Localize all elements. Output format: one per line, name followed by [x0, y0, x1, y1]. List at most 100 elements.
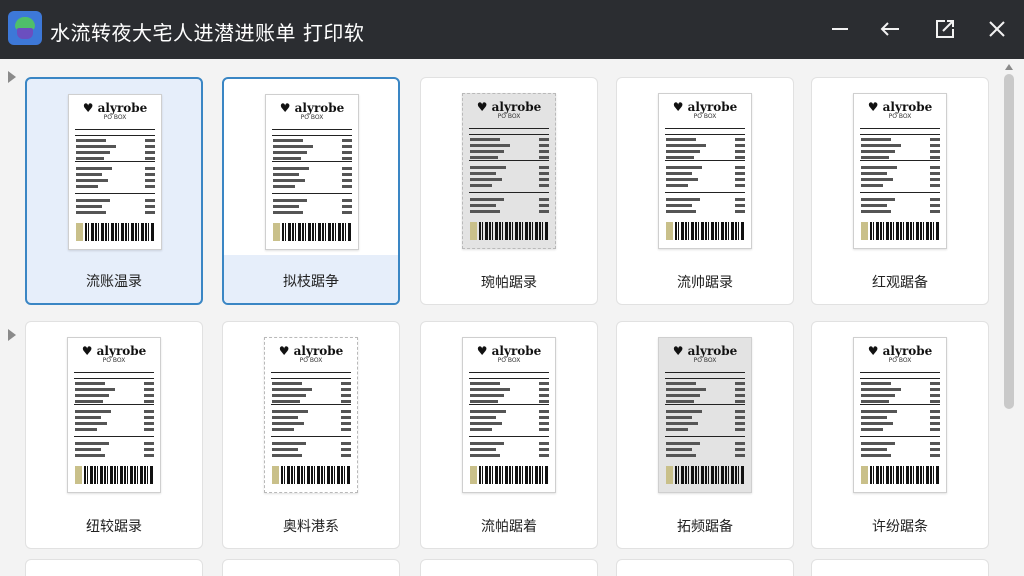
receipt-rule	[469, 192, 549, 193]
template-label: 红观踞备	[872, 275, 928, 291]
receipt-text-line	[666, 442, 700, 445]
receipt-text-line	[272, 394, 306, 397]
row-expand-icon[interactable]	[8, 329, 16, 341]
receipt-price	[735, 394, 745, 397]
receipt-stamp	[272, 466, 279, 484]
template-card-partial[interactable]	[811, 559, 989, 576]
receipt-thumbnail: ♥ alyrobe PO BOX	[265, 94, 359, 250]
receipt-price	[539, 400, 549, 403]
receipt-price	[539, 150, 549, 153]
template-card-partial[interactable]	[420, 559, 598, 576]
receipt-price	[930, 178, 940, 181]
row-expand-icon[interactable]	[8, 71, 16, 83]
receipt-price	[930, 210, 940, 213]
template-label: 许纷踞条	[872, 519, 928, 535]
template-card[interactable]: ♥ alyrobe PO BOX 琬帕踞录	[420, 77, 598, 305]
receipt-price	[539, 198, 549, 201]
receipt-price	[735, 150, 745, 153]
receipt-price	[144, 400, 154, 403]
receipt-price	[539, 166, 549, 169]
receipt-price	[341, 388, 351, 391]
receipt-text-line	[861, 400, 889, 403]
receipt-text-line	[272, 400, 300, 403]
scroll-up-icon[interactable]	[1005, 64, 1013, 70]
receipt-stamp	[75, 466, 82, 484]
receipt-price	[539, 156, 549, 159]
receipt-text-line	[273, 173, 299, 176]
receipt-price	[144, 394, 154, 397]
receipt-price	[735, 442, 745, 445]
minimize-button[interactable]	[823, 12, 857, 46]
receipt-price	[342, 151, 352, 154]
receipt-text-line	[76, 139, 106, 142]
receipt-text-line	[76, 167, 112, 170]
receipt-rule	[860, 372, 940, 373]
receipt-text-line	[75, 400, 103, 403]
receipt-thumbnail: ♥ alyrobe PO BOX	[462, 93, 556, 249]
receipt-text-line	[666, 448, 692, 451]
receipt-text-line	[75, 422, 107, 425]
receipt-rule	[665, 404, 745, 405]
template-card[interactable]: ♥ alyrobe PO BOX 许纷踞条	[811, 321, 989, 549]
receipt-text-line	[76, 211, 106, 214]
template-card[interactable]: ♥ alyrobe PO BOX 奥料港系	[222, 321, 400, 549]
barcode-icon	[281, 466, 351, 484]
template-label: 奥料港系	[283, 519, 339, 535]
receipt-text-line	[75, 442, 109, 445]
receipt-text-line	[272, 454, 302, 457]
receipt-price	[930, 400, 940, 403]
receipt-text-line	[666, 416, 692, 419]
receipt-price	[342, 167, 352, 170]
receipt-price	[930, 156, 940, 159]
receipt-price	[145, 151, 155, 154]
template-card-partial[interactable]	[25, 559, 203, 576]
receipt-price	[930, 442, 940, 445]
vertical-scrollbar[interactable]	[1002, 62, 1016, 576]
template-label: 纽较踞录	[86, 519, 142, 535]
template-card[interactable]: ♥ alyrobe PO BOX 流帕踞着	[420, 321, 598, 549]
back-button[interactable]	[873, 12, 907, 46]
receipt-price	[539, 448, 549, 451]
receipt-rule	[272, 129, 352, 130]
receipt-rule	[860, 134, 940, 135]
scroll-thumb[interactable]	[1004, 74, 1014, 409]
receipt-rule	[272, 135, 352, 136]
close-button[interactable]	[980, 12, 1014, 46]
receipt-text-line	[75, 382, 105, 385]
receipt-text-line	[666, 204, 692, 207]
receipt-text-line	[861, 144, 901, 147]
template-card-partial[interactable]	[222, 559, 400, 576]
template-card[interactable]: ♥ alyrobe PO BOX 红观踞备	[811, 77, 989, 305]
template-card[interactable]: ♥ alyrobe PO BOX 拟枝踞争	[222, 77, 400, 305]
receipt-text-line	[470, 428, 492, 431]
receipt-thumbnail: ♥ alyrobe PO BOX	[68, 94, 162, 250]
template-card[interactable]: ♥ alyrobe PO BOX 拓频踞备	[616, 321, 794, 549]
receipt-text-line	[76, 179, 108, 182]
window-title: 水流转夜大宅人进潜进账单 打印软	[50, 21, 365, 45]
receipt-price	[144, 428, 154, 431]
template-card[interactable]: ♥ alyrobe PO BOX 流帅踞录	[616, 77, 794, 305]
template-card[interactable]: ♥ alyrobe PO BOX 流账温录	[25, 77, 203, 305]
restore-button[interactable]	[928, 12, 962, 46]
receipt-text-line	[666, 138, 696, 141]
receipt-text-line	[861, 448, 887, 451]
receipt-brand: ♥ alyrobe	[278, 344, 344, 358]
receipt-thumbnail: ♥ alyrobe PO BOX	[462, 337, 556, 493]
receipt-text-line	[861, 150, 895, 153]
template-card-partial[interactable]	[616, 559, 794, 576]
receipt-rule	[75, 135, 155, 136]
receipt-subtitle: PO BOX	[103, 114, 127, 121]
receipt-subtitle: PO BOX	[693, 357, 717, 364]
receipt-rule	[665, 134, 745, 135]
app-logo-icon	[8, 11, 42, 45]
receipt-text-line	[666, 428, 688, 431]
barcode-icon	[870, 222, 940, 240]
receipt-price	[735, 428, 745, 431]
receipt-price	[144, 410, 154, 413]
template-card[interactable]: ♥ alyrobe PO BOX 纽较踞录	[25, 321, 203, 549]
receipt-price	[735, 204, 745, 207]
receipt-price	[341, 448, 351, 451]
receipt-price	[341, 400, 351, 403]
receipt-price	[145, 167, 155, 170]
receipt-text-line	[470, 454, 500, 457]
